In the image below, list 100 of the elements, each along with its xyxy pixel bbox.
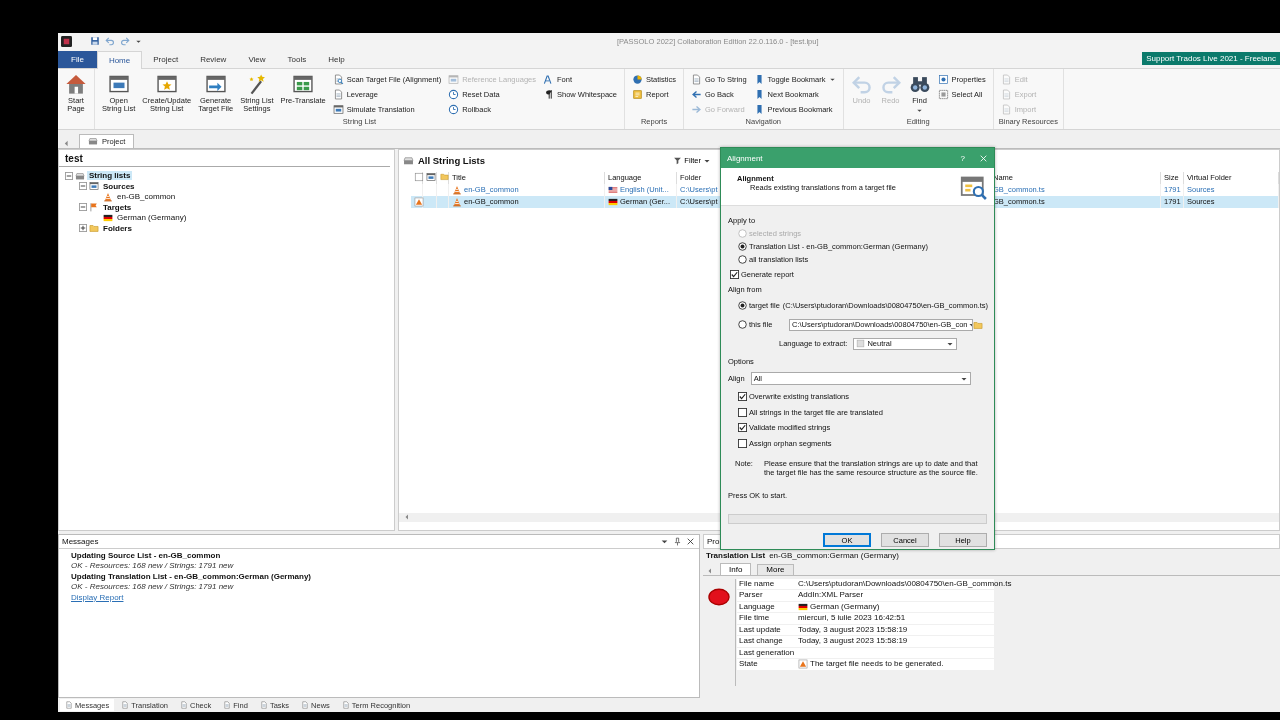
properties-tab[interactable]: Info	[720, 562, 752, 575]
ribbon-tab[interactable]: Review	[189, 50, 238, 68]
tree-item[interactable]: German (Germany)	[115, 213, 189, 223]
window-icon	[426, 171, 436, 182]
property-value: AddIn:XML Parser	[798, 590, 864, 601]
document-icon	[180, 701, 188, 710]
clock-icon	[448, 88, 460, 100]
document-icon	[1000, 103, 1012, 115]
radio-button[interactable]	[738, 320, 747, 329]
ribbon-tab[interactable]: Tools	[276, 50, 318, 68]
property-value: Today, 3 august 2023 15:58:19	[798, 624, 908, 636]
property-label: Last change	[739, 636, 783, 647]
collapse-icon[interactable]	[65, 171, 73, 180]
flag-icon	[608, 196, 618, 207]
property-label: Last generation	[739, 647, 795, 659]
flag-icon	[103, 212, 113, 223]
property-label: State	[739, 659, 758, 670]
window-icon	[332, 103, 344, 115]
panel-title: test	[59, 149, 390, 167]
property-value: The target file needs to be generated.	[810, 659, 944, 670]
checkbox[interactable]	[738, 423, 747, 433]
tray-icon	[75, 170, 85, 181]
flag-icon	[798, 601, 808, 612]
property-value: C:\Users\ptudoran\Downloads\00804750\en-GB_common.ts	[798, 578, 1012, 590]
flag-icon	[608, 184, 618, 195]
app-logo-icon	[61, 35, 72, 47]
tray-icon	[403, 155, 414, 167]
properties-tab[interactable]: More	[757, 563, 794, 575]
tree-item[interactable]: Folders	[101, 223, 134, 233]
filter-icon	[673, 156, 683, 166]
document-icon	[65, 701, 73, 710]
property-label: File name	[739, 578, 775, 590]
document-icon	[1000, 88, 1012, 100]
document-icon	[223, 701, 232, 710]
file-menu-button[interactable]: File	[58, 50, 97, 68]
cone-icon	[452, 196, 462, 207]
radio-button[interactable]	[738, 242, 747, 251]
report-link[interactable]: Display Report	[71, 592, 124, 604]
tree-item[interactable]: Targets	[101, 202, 134, 212]
document-icon	[341, 701, 350, 710]
clock-icon	[448, 103, 460, 115]
tree-item[interactable]: Sources	[101, 181, 137, 191]
collapse-icon[interactable]	[79, 203, 87, 212]
ribbon-tab[interactable]: Home	[96, 50, 143, 69]
property-label: Language	[739, 601, 775, 613]
properties-icon	[937, 73, 949, 85]
pin-icon[interactable]	[673, 536, 682, 546]
document-icon	[259, 701, 268, 710]
window-icon	[448, 73, 460, 85]
search-document-icon	[332, 73, 344, 85]
panel-title: Messages	[62, 536, 100, 546]
cone-icon	[452, 184, 462, 195]
report-icon	[632, 88, 643, 100]
search-window-icon	[960, 174, 988, 202]
property-value: Today, 3 august 2023 15:58:19	[798, 636, 908, 647]
message-text: OK - Resources: 168 new / Strings: 1791 new	[71, 561, 235, 572]
scroll-left-icon[interactable]	[62, 138, 71, 148]
ribbon-tab[interactable]: Project	[142, 50, 190, 68]
square-icon	[856, 339, 866, 348]
radio-button[interactable]	[738, 255, 747, 264]
cone-icon	[103, 191, 113, 202]
document-icon	[691, 73, 703, 85]
document-icon	[121, 701, 130, 710]
pennant-icon	[89, 202, 99, 213]
collapse-icon[interactable]	[79, 182, 87, 191]
tree-item[interactable]: String lists	[87, 171, 133, 181]
checkbox[interactable]	[730, 270, 739, 279]
panel-title: All String Lists	[418, 155, 486, 167]
right-arrow-icon	[691, 103, 703, 115]
property-value: German (Germany)	[810, 601, 880, 613]
folder-icon	[440, 171, 449, 181]
expand-icon[interactable]	[79, 224, 87, 233]
scroll-left-icon	[403, 513, 411, 522]
font-icon	[543, 73, 554, 85]
pilcrow-icon	[543, 88, 554, 100]
checkbox[interactable]	[738, 392, 747, 402]
property-label: File time	[739, 613, 770, 624]
window-icon	[89, 181, 99, 192]
save-icon[interactable]	[90, 36, 100, 47]
document-icon	[301, 701, 310, 710]
folder-icon	[89, 223, 99, 234]
checkbox[interactable]	[738, 407, 747, 417]
scroll-left-icon[interactable]	[706, 566, 714, 575]
checkbox[interactable]	[738, 438, 747, 448]
property-label: Last update	[739, 624, 781, 636]
document-icon	[332, 88, 344, 100]
dialog-title: Alignment	[727, 153, 764, 163]
tree-item[interactable]: en-GB_common	[115, 192, 178, 202]
ribbon-tab[interactable]: View	[237, 50, 277, 68]
document-icon	[1000, 73, 1012, 85]
message-text: Updating Translation List - en-GB_common:German (Germany)	[71, 571, 313, 583]
properties-heading: Translation List	[706, 550, 766, 560]
banner: Support Trados Live 2021 - Freelanc	[1142, 52, 1280, 66]
ribbon-tab[interactable]: Help	[317, 50, 356, 68]
square-icon	[414, 171, 424, 182]
properties-subject: en-GB_common:German (Germany)	[769, 550, 899, 560]
message-text: Updating Source List - en-GB_common	[71, 550, 222, 562]
property-label: Parser	[739, 590, 763, 601]
radio-button[interactable]	[738, 301, 747, 310]
close-icon[interactable]	[686, 536, 695, 546]
